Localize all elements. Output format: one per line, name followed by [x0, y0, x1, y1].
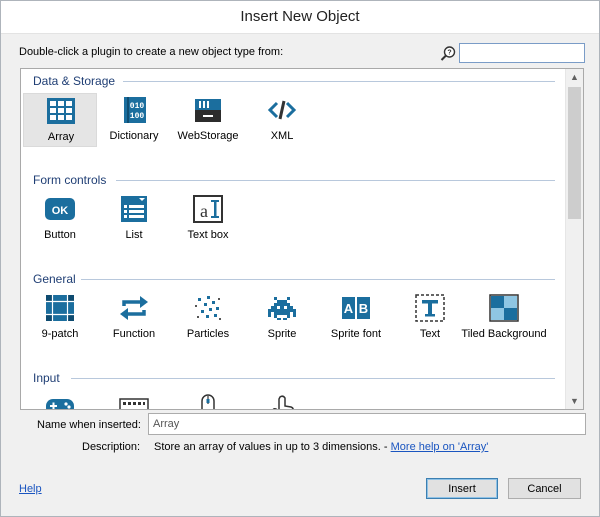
object-item-xml[interactable]: XML — [245, 93, 319, 147]
category-general: General — [33, 272, 76, 286]
object-label: Tiled Background — [461, 328, 547, 340]
object-item-gamepad[interactable] — [23, 390, 97, 409]
search-icon[interactable]: ? — [440, 45, 457, 62]
more-help-link[interactable]: More help on 'Array' — [391, 441, 489, 453]
category-divider — [71, 378, 555, 379]
scroll-thumb[interactable] — [568, 87, 581, 219]
scroll-down-icon[interactable]: ▼ — [566, 393, 583, 409]
category-divider — [116, 180, 555, 181]
category-divider — [81, 279, 555, 280]
cancel-button[interactable]: Cancel — [508, 478, 581, 499]
gamepad-icon — [46, 399, 74, 409]
object-item-textbox[interactable]: a Text box — [171, 192, 245, 246]
object-item-sprite-font[interactable]: A B Sprite font — [319, 291, 393, 345]
webstorage-icon — [195, 99, 221, 122]
keyboard-icon — [119, 398, 149, 409]
particles-icon — [195, 296, 221, 320]
sprite-icon — [268, 297, 296, 320]
svg-text:OK: OK — [52, 205, 69, 217]
object-item-array[interactable]: Array — [23, 93, 97, 147]
object-item-touch[interactable] — [245, 390, 319, 409]
name-label: Name when inserted: — [37, 419, 141, 431]
svg-text:B: B — [359, 301, 368, 316]
object-label: XML — [270, 130, 294, 142]
svg-text:A: A — [344, 301, 354, 316]
ninepatch-icon — [46, 295, 74, 321]
object-item-dictionary[interactable]: 010 100 Dictionary — [97, 93, 171, 147]
object-item-9-patch[interactable]: 9-patch — [23, 291, 97, 345]
spritefont-icon: A B — [342, 297, 370, 319]
list-icon — [121, 196, 147, 222]
category-input: Input — [33, 371, 60, 385]
description-label: Description: — [82, 441, 141, 453]
object-item-button[interactable]: OK Button — [23, 192, 97, 246]
touch-icon — [272, 395, 294, 409]
object-item-particles[interactable]: Particles — [171, 291, 245, 345]
search-input[interactable] — [459, 43, 585, 63]
object-item-tiled-background[interactable]: Tiled Background — [461, 291, 547, 345]
description-text: Store an array of values in up to 3 dime… — [154, 441, 488, 453]
svg-text:?: ? — [447, 50, 451, 57]
function-icon — [120, 296, 148, 320]
scroll-up-icon[interactable]: ▲ — [566, 69, 583, 85]
dictionary-icon: 010 100 — [124, 97, 146, 123]
description-body: Store an array of values in up to 3 dime… — [154, 441, 391, 453]
category-divider — [123, 81, 555, 82]
array-icon — [47, 98, 75, 124]
object-item-keyboard[interactable] — [97, 390, 171, 409]
button-icon: OK — [45, 198, 75, 220]
help-link[interactable]: Help — [19, 483, 42, 495]
xml-icon — [267, 100, 297, 120]
object-list[interactable]: Data & Storage Array 010 100 Dictionary — [20, 68, 584, 410]
svg-text:100: 100 — [130, 112, 145, 121]
category-form-controls: Form controls — [33, 173, 107, 187]
insert-button[interactable]: Insert — [426, 478, 498, 499]
tiledbg-icon — [489, 294, 519, 322]
object-item-sprite[interactable]: Sprite — [245, 291, 319, 345]
object-item-webstorage[interactable]: WebStorage — [171, 93, 245, 147]
object-item-text[interactable]: Text — [393, 291, 467, 345]
object-item-mouse[interactable] — [171, 390, 245, 409]
list-scrollbar[interactable]: ▲ ▼ — [565, 69, 583, 409]
svg-text:a: a — [200, 201, 208, 221]
instructions-label: Double-click a plugin to create a new ob… — [19, 46, 284, 58]
name-input[interactable] — [148, 413, 586, 435]
object-item-function[interactable]: Function — [97, 291, 171, 345]
object-item-list[interactable]: List — [97, 192, 171, 246]
dialog-window: Insert New Object Double-click a plugin … — [0, 0, 600, 517]
title-bar: Insert New Object — [1, 1, 599, 34]
text-icon — [415, 294, 445, 322]
category-data-storage: Data & Storage — [33, 74, 116, 88]
object-label: Text box — [187, 229, 229, 241]
mouse-icon — [201, 394, 215, 409]
svg-text:010: 010 — [130, 102, 145, 111]
textbox-icon: a — [193, 195, 223, 223]
